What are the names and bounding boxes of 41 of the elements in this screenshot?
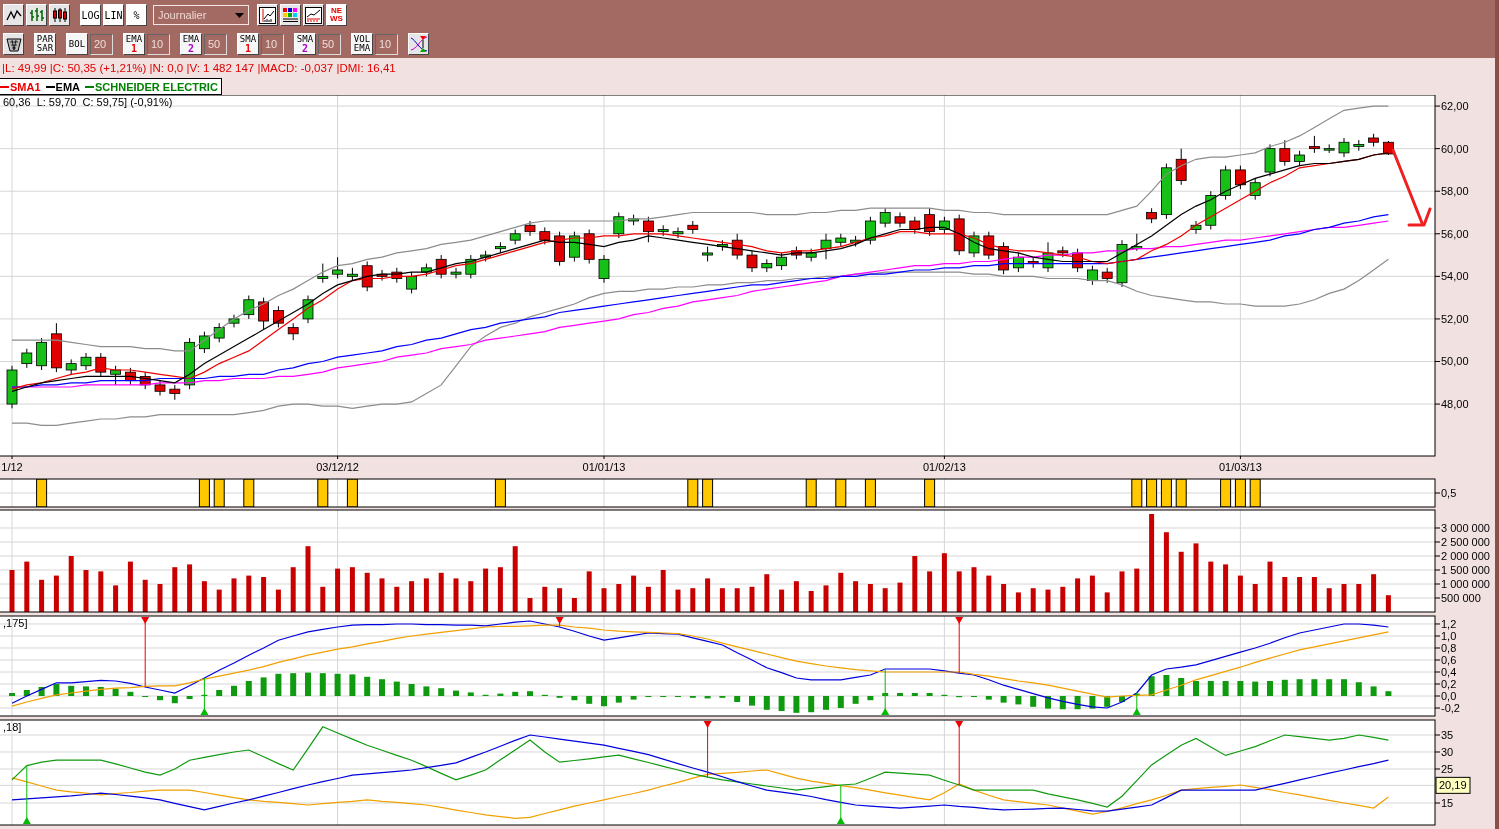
axis-label: 1 500 000 — [1441, 564, 1490, 576]
legend-label: EMA — [55, 80, 80, 93]
axis-label: 2 500 000 — [1441, 536, 1490, 548]
axis-label: 0,8 — [1441, 642, 1457, 654]
axis-label: 1 000 000 — [1441, 578, 1490, 590]
axis-label: 52,00 — [1441, 312, 1469, 325]
panel-header: ,175] — [3, 617, 28, 629]
axis-label: 0,5 — [1441, 487, 1457, 499]
axis-label: 58,00 — [1441, 185, 1469, 198]
axis-label: 2 000 000 — [1441, 550, 1490, 562]
axis-label: 25 — [1441, 763, 1454, 775]
axis-label: 48,00 — [1441, 398, 1469, 411]
date-label: 01/01/13 — [582, 461, 626, 473]
axis-label: 0,0 — [1441, 690, 1457, 702]
axis-label: 62,00 — [1441, 100, 1469, 113]
legend-label: SCHNEIDER ELECTRIC — [95, 80, 218, 93]
axis-label: 35 — [1441, 729, 1454, 741]
legend-label: SMA1 — [10, 80, 41, 93]
quote-info: |L: 49,99 |C: 50,35 (+1,21%) |N: 0,0 |V: 1 482 147 |MACD: -0,037 |DMI: 16,41 — [2, 62, 396, 74]
date-label: 01/03/13 — [1219, 461, 1262, 473]
axis-label: 56,00 — [1441, 227, 1469, 240]
axis-label: 1,2 — [1441, 618, 1457, 630]
axis-label: 0,4 — [1441, 666, 1457, 678]
axis-label: 30 — [1441, 746, 1454, 758]
date-label: 01/02/13 — [923, 461, 966, 473]
date-label: 1/12 — [1, 461, 23, 473]
axis-label: -0,2 — [1441, 702, 1460, 714]
axis-label: 15 — [1441, 797, 1454, 809]
panel-header: 60,36 L: 59,70 C: 59,75] (-0,91%) — [3, 96, 173, 108]
panel-header: ,18] — [3, 721, 22, 733]
axis-label: 1,0 — [1441, 630, 1457, 642]
y-tick-label: 20,19 — [1439, 779, 1467, 792]
date-label: 03/12/12 — [316, 461, 359, 473]
value-badge: 20,19 — [1435, 776, 1471, 794]
axis-label: 54,00 — [1441, 270, 1469, 283]
axis-label: 3 000 000 — [1441, 522, 1490, 534]
axis-label: 500 000 — [1441, 592, 1481, 604]
axis-label: 0,2 — [1441, 678, 1457, 690]
axis-label: 0,6 — [1441, 654, 1457, 666]
axis-label: 60,00 — [1441, 142, 1469, 155]
axis-label: 50,00 — [1441, 355, 1469, 368]
